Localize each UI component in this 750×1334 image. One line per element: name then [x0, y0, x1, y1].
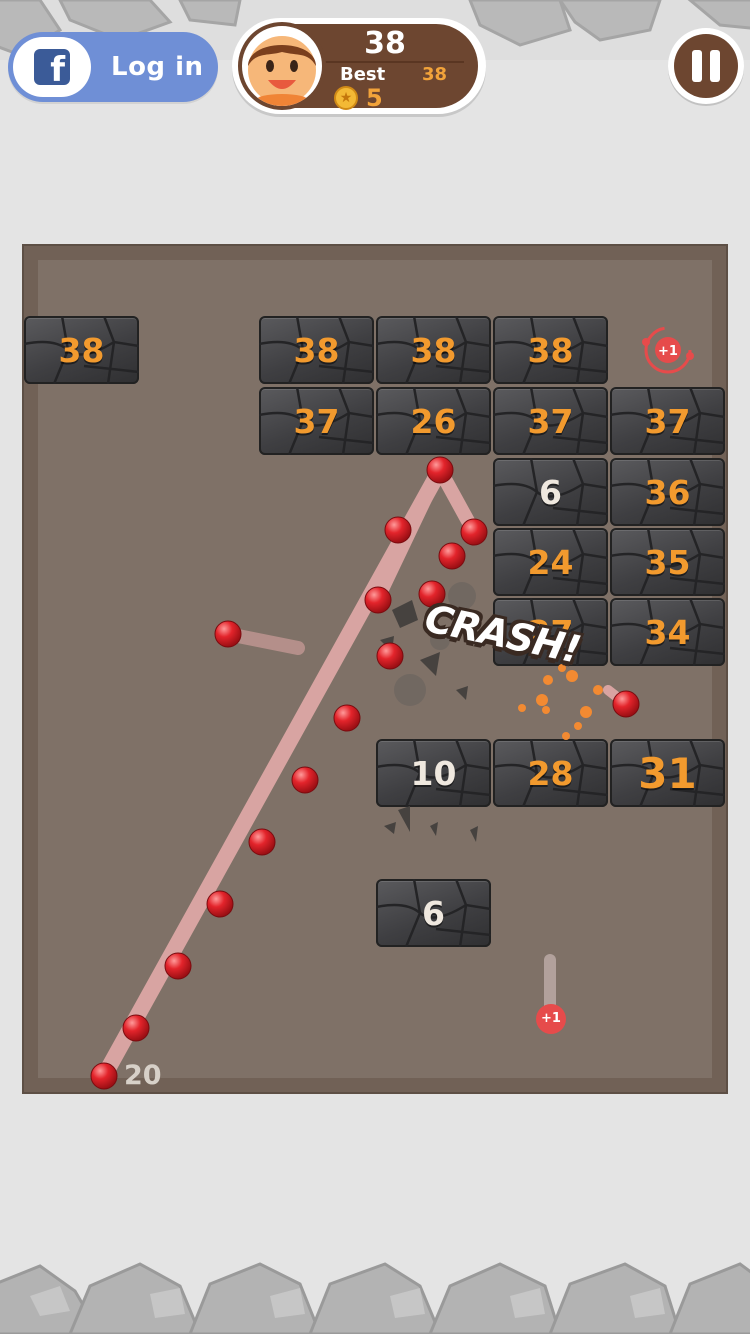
- ball: [438, 542, 466, 570]
- ball: [460, 518, 488, 546]
- ball: [384, 516, 412, 544]
- ball-count: 20: [124, 1060, 162, 1091]
- effects-layer: [90, 456, 640, 1090]
- ball: [206, 890, 234, 918]
- ball: [333, 704, 361, 732]
- ball: [122, 1014, 150, 1042]
- ball: [90, 1062, 118, 1090]
- ball: [291, 766, 319, 794]
- bottom-rock-border: [0, 1256, 750, 1334]
- ball: [376, 642, 404, 670]
- ball: [248, 828, 276, 856]
- extra-ball-drop: +1: [536, 1004, 566, 1034]
- ball: [214, 620, 242, 648]
- ball: [426, 456, 454, 484]
- ball: [612, 690, 640, 718]
- ball: [364, 586, 392, 614]
- ball: [164, 952, 192, 980]
